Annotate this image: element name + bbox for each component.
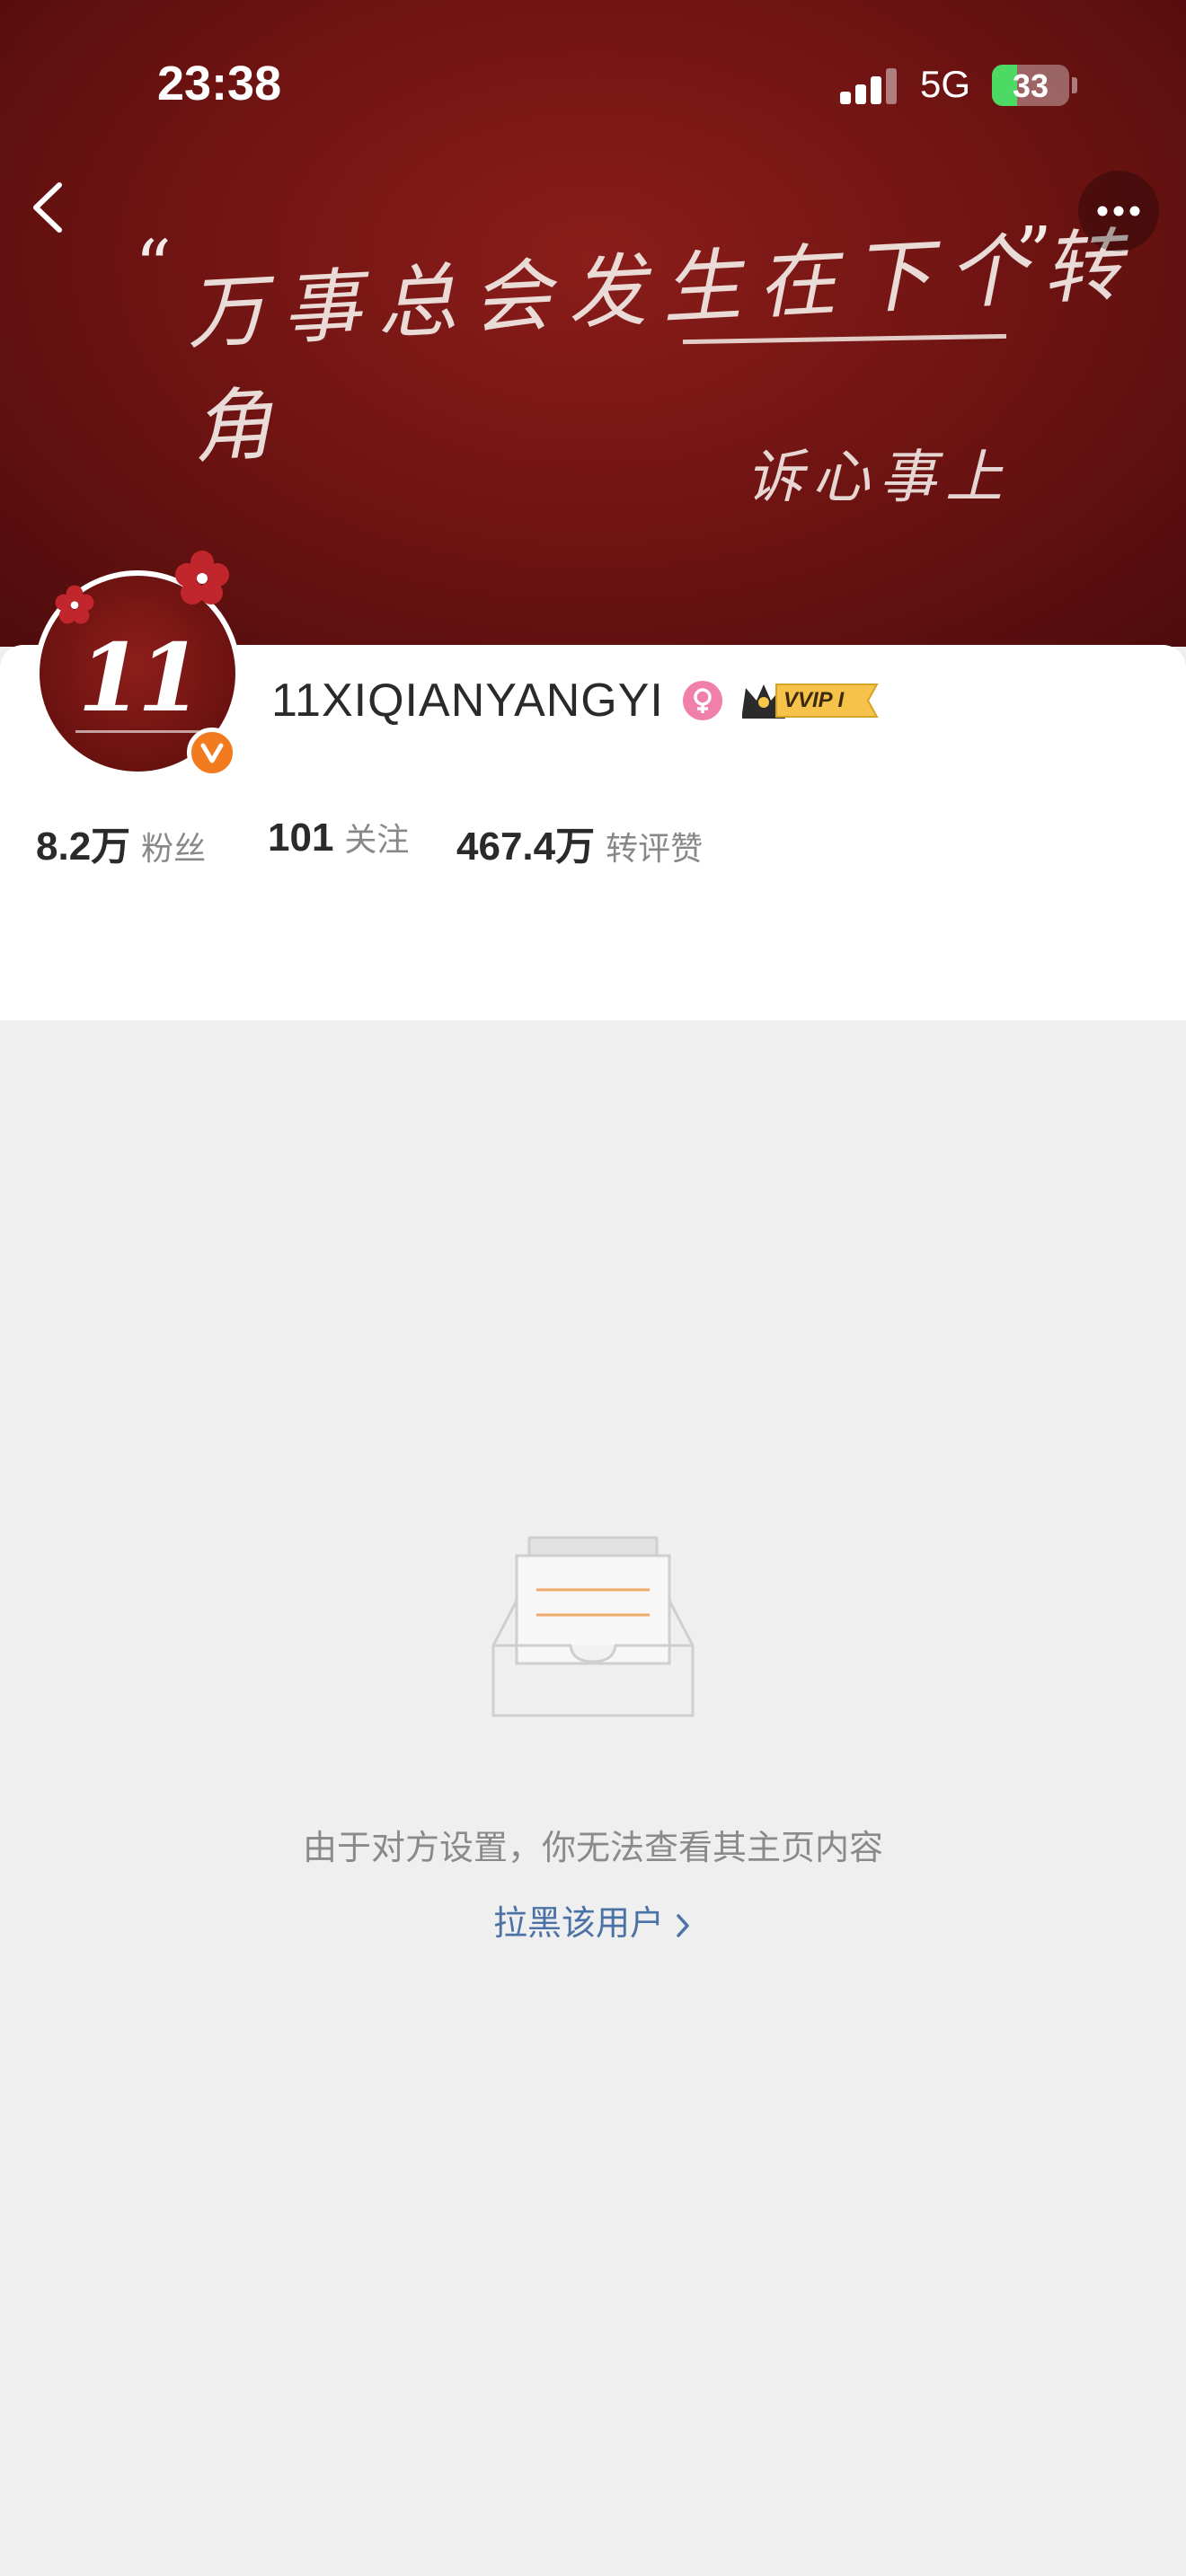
stat-followers[interactable]: 8.2万 粉丝: [36, 814, 206, 871]
flower-decoration-icon: [175, 551, 229, 604]
battery-percent: 33: [1012, 67, 1049, 104]
username: 11XIQIANYANGYI: [271, 675, 664, 727]
block-user-label: 拉黑该用户: [492, 1903, 664, 1943]
cover-quote-mark: “: [135, 225, 172, 308]
empty-state-message: 由于对方设置，你无法查看其主页内容: [302, 1828, 883, 1867]
network-type: 5G: [920, 63, 971, 105]
status-bar: 23:38 5G 33: [0, 0, 1186, 171]
back-button[interactable]: [20, 178, 79, 237]
stat-label: 关注: [344, 822, 410, 859]
empty-inbox-icon: [491, 1536, 695, 1717]
vvip-label: VVIP I: [783, 688, 845, 712]
female-icon: [694, 688, 712, 713]
stat-following[interactable]: 101 关注: [268, 814, 409, 860]
chevron-left-icon: [33, 182, 62, 233]
verified-v-icon: [200, 743, 224, 763]
cover-quote-mark: ”: [1015, 211, 1052, 295]
signal-icon: [840, 68, 898, 104]
ellipsis-icon: [1097, 206, 1140, 216]
avatar-text: 11: [77, 622, 203, 733]
stat-value: 467.4万: [456, 825, 596, 869]
chevron-right-icon: [677, 1913, 689, 1937]
battery-cap: [1072, 77, 1077, 93]
avatar-underline: [75, 730, 199, 733]
block-user-link[interactable]: 拉黑该用户: [0, 1895, 1186, 1945]
stat-value: 8.2万: [36, 825, 131, 869]
stat-label: 转评赞: [606, 831, 704, 868]
verified-badge: [187, 728, 237, 778]
stat-label: 粉丝: [141, 831, 207, 868]
cover-handwriting-line2: 诉心事上: [746, 445, 1012, 511]
gender-badge: [683, 681, 722, 720]
stat-value: 101: [268, 816, 334, 860]
vvip-badge[interactable]: VVIP I: [737, 677, 881, 722]
battery-icon: 33: [992, 65, 1069, 106]
flower-decoration-icon: [55, 585, 94, 624]
more-options-button[interactable]: [1078, 171, 1159, 251]
stat-reposts-comments-likes[interactable]: 467.4万 转评赞: [456, 814, 703, 871]
status-time: 23:38: [157, 57, 282, 110]
